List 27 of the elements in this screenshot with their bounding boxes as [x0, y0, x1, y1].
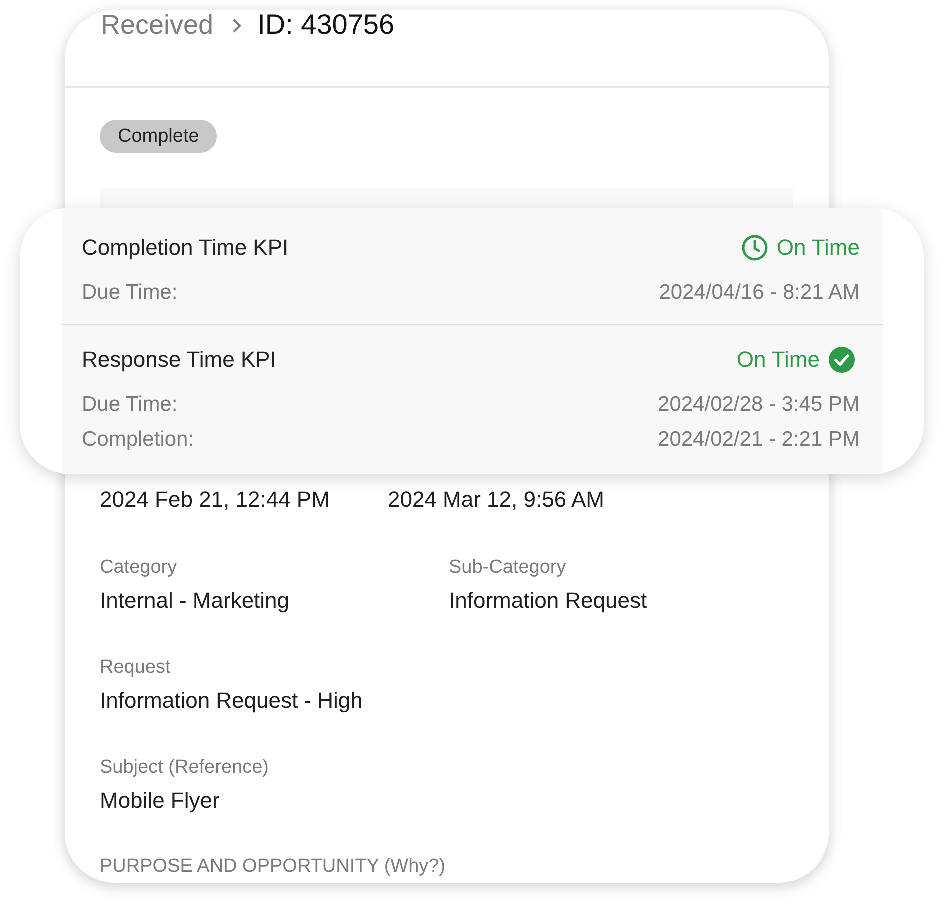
status-badge: Complete [100, 120, 218, 153]
kpi-title: Completion Time KPI [82, 235, 289, 261]
kpi-row-label: Due Time: [82, 393, 178, 417]
breadcrumb-link[interactable]: Received [101, 10, 214, 40]
kpi-status: On Time [736, 347, 820, 373]
kpi-row-label: Completion: [82, 428, 194, 452]
page-title: ID: 430756 [258, 10, 395, 40]
kpi-row-value: 2024/02/21 - 2:21 PM [658, 428, 860, 452]
section-heading: PURPOSE AND OPPORTUNITY (Why?) [100, 856, 446, 878]
field-value: Mobile Flyer [100, 788, 220, 814]
field-value: Internal - Marketing [100, 588, 290, 614]
kpi-row-label: Due Time: [82, 281, 178, 305]
kpi-row-value: 2024/04/16 - 8:21 AM [659, 281, 860, 305]
field-label: Sub-Category [449, 557, 566, 579]
date-value: 2024 Feb 21, 12:44 PM [100, 487, 331, 513]
clock-icon [742, 235, 768, 261]
kpi-row-value: 2024/02/28 - 3:45 PM [658, 393, 860, 417]
field-label: Category [100, 557, 178, 579]
chevron-right-icon [232, 18, 242, 34]
date-value: 2024 Mar 12, 9:56 AM [388, 487, 604, 513]
kpi-title: Response Time KPI [82, 347, 276, 373]
field-value: Information Request - High [100, 688, 363, 714]
kpi-status: On Time [776, 235, 860, 261]
check-circle-icon [829, 347, 855, 373]
field-label: Subject (Reference) [100, 757, 269, 779]
field-value: Information Request [449, 588, 648, 614]
field-label: Request [100, 657, 171, 679]
